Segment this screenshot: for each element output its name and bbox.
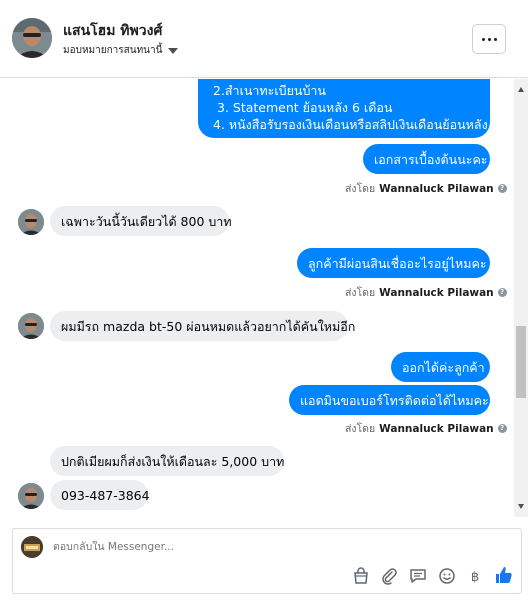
- emoji-icon[interactable]: [438, 567, 456, 585]
- message-bubble-outgoing: ออกได้ค่ะลูกค้า: [391, 352, 490, 382]
- scroll-down-arrow-icon[interactable]: [518, 504, 524, 509]
- scrollbar-thumb[interactable]: [516, 326, 526, 398]
- thread-scrollbar[interactable]: [514, 79, 528, 517]
- more-options-button[interactable]: [472, 24, 506, 54]
- reply-composer: ฿: [12, 528, 522, 594]
- message-bubble-incoming: 093-487-3864: [50, 480, 150, 510]
- assign-label: มอบหมายการสนทนานี้: [63, 45, 163, 56]
- message-bubble-outgoing: 2.สำเนาทะเบียนบ้าน 3. Statement ย้อนหลัง…: [198, 79, 490, 138]
- contact-avatar[interactable]: [12, 18, 52, 58]
- conversation-header: แสนโฮม ทิพวงศ์ มอบหมายการสนทนานี้: [0, 0, 528, 78]
- contact-avatar-small: [18, 313, 44, 339]
- message-line: 4. หนังสือรับรองเงินเดือนหรือสลิปเงินเดื…: [213, 117, 488, 132]
- more-icon: [481, 37, 485, 41]
- shopping-bag-icon[interactable]: [352, 567, 370, 585]
- sent-by-label: ส่งโดย Wannaluck Pilawan ?: [345, 420, 507, 437]
- sent-by-label: ส่งโดย Wannaluck Pilawan ?: [345, 180, 507, 197]
- chevron-down-icon: [168, 47, 179, 54]
- payment-icon[interactable]: ฿: [466, 567, 484, 585]
- help-icon[interactable]: ?: [497, 184, 507, 193]
- agent-name[interactable]: Wannaluck Pilawan: [379, 287, 494, 299]
- svg-text:฿: ฿: [471, 570, 479, 585]
- agent-name[interactable]: Wannaluck Pilawan: [379, 183, 494, 195]
- help-icon[interactable]: ?: [497, 288, 507, 297]
- message-bubble-incoming: ปกติเมียผมก็ส่งเงินให้เดือนละ 5,000 บาท: [50, 446, 284, 476]
- reply-input[interactable]: [53, 541, 353, 553]
- assign-conversation-dropdown[interactable]: มอบหมายการสนทนานี้: [63, 43, 179, 58]
- help-icon[interactable]: ?: [497, 424, 507, 433]
- contact-avatar-small: [18, 483, 44, 509]
- agent-name[interactable]: Wannaluck Pilawan: [379, 423, 494, 435]
- message-thread[interactable]: 2.สำเนาทะเบียนบ้าน 3. Statement ย้อนหลัง…: [0, 79, 514, 517]
- message-bubble-outgoing: เอกสารเบื้องต้นนะคะ: [363, 144, 490, 174]
- message-bubble-outgoing: แอดมินขอเบอร์โทรติดต่อได้ไหมคะ: [289, 385, 490, 415]
- sent-by-label: ส่งโดย Wannaluck Pilawan ?: [345, 284, 507, 301]
- message-bubble-incoming: เฉพาะวันนี้วันเดียวได้ 800 บาท: [50, 206, 232, 236]
- scroll-up-arrow-icon[interactable]: [518, 87, 524, 92]
- contact-avatar-small: [18, 209, 44, 235]
- like-icon[interactable]: [494, 565, 514, 585]
- message-line: 2.สำเนาทะเบียนบ้าน: [213, 83, 326, 98]
- message-bubble-outgoing: ลูกค้ามีผ่อนสินเชื่ออะไรอยู่ไหมคะ: [297, 248, 490, 278]
- contact-name[interactable]: แสนโฮม ทิพวงศ์: [63, 20, 162, 42]
- page-avatar: [21, 536, 43, 558]
- message-line: 3. Statement ย้อนหลัง 6 เดือน: [217, 100, 393, 115]
- message-bubble-incoming: ผมมีรถ mazda bt-50 ผ่อนหมดแล้วอยากได้คัน…: [50, 311, 355, 341]
- saved-reply-icon[interactable]: [409, 567, 427, 585]
- attachment-icon[interactable]: [380, 567, 398, 585]
